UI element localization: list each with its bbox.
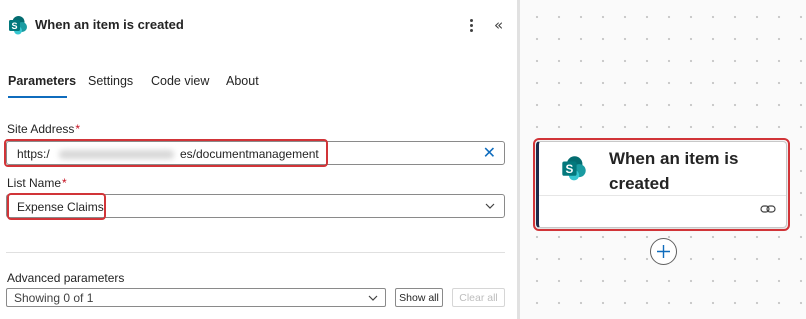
advanced-parameters-dropdown[interactable]: Showing 0 of 1	[6, 288, 386, 307]
required-marker: *	[62, 176, 67, 190]
link-icon[interactable]	[760, 202, 776, 216]
chevron-down-icon[interactable]	[483, 199, 497, 213]
show-all-button[interactable]: Show all	[395, 288, 443, 307]
site-address-input[interactable]: https:/ es/documentmanagement ✕	[6, 141, 505, 165]
tab-parameters[interactable]: Parameters	[8, 74, 76, 88]
section-divider	[6, 252, 505, 253]
properties-panel: S When an item is created « Parameters S…	[0, 0, 518, 319]
site-address-label: Site Address*	[7, 122, 80, 136]
clear-all-button[interactable]: Clear all	[452, 288, 505, 307]
add-step-button[interactable]	[650, 238, 677, 265]
list-name-dropdown[interactable]: Expense Claims	[6, 194, 505, 218]
more-vertical-icon[interactable]	[465, 14, 477, 36]
active-tab-indicator	[8, 96, 67, 98]
tab-code-view[interactable]: Code view	[151, 74, 209, 88]
list-name-value: Expense Claims	[17, 200, 104, 214]
svg-text:S: S	[11, 21, 17, 31]
sharepoint-icon: S	[9, 16, 27, 35]
plus-icon	[657, 245, 670, 258]
site-address-value-end: es/documentmanagement	[180, 147, 319, 161]
redacted-text	[59, 150, 174, 159]
trigger-card[interactable]: S When an item is created	[536, 141, 787, 228]
advanced-parameters-value: Showing 0 of 1	[14, 291, 94, 305]
advanced-parameters-label: Advanced parameters	[7, 271, 125, 285]
sharepoint-icon: S	[562, 156, 586, 181]
card-divider	[539, 195, 786, 196]
site-address-value-start: https:/	[17, 147, 50, 161]
panel-title: When an item is created	[35, 17, 184, 32]
svg-text:S: S	[566, 163, 574, 176]
trigger-card-title: When an item is created	[609, 149, 739, 193]
double-chevron-left-icon[interactable]: «	[494, 15, 503, 35]
site-address-label-text: Site Address	[7, 122, 75, 136]
chevron-down-icon[interactable]	[366, 291, 380, 305]
list-name-label-text: List Name	[7, 176, 62, 190]
tab-settings[interactable]: Settings	[88, 74, 133, 88]
clear-icon[interactable]: ✕	[483, 145, 496, 161]
required-marker: *	[75, 122, 81, 136]
list-name-label: List Name*	[7, 176, 67, 190]
tab-about[interactable]: About	[226, 74, 259, 88]
